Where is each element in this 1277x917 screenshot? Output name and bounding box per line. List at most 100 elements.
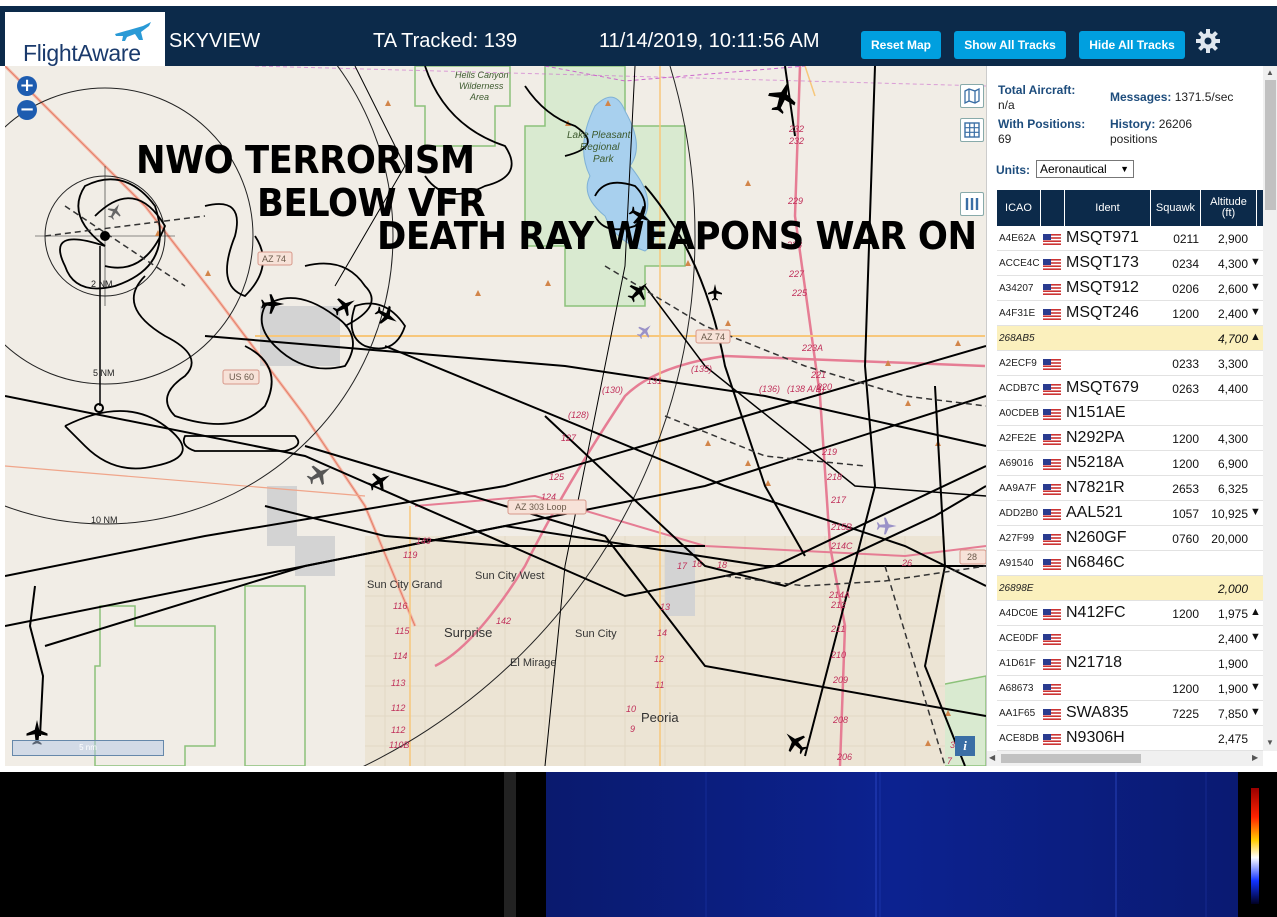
row-icao: 268AB5 [999,333,1035,344]
units-select[interactable]: Aeronautical ▼ [1036,160,1134,178]
row-icao: A4E62A [999,233,1036,244]
map-layers-button[interactable] [960,84,984,108]
svg-text:221: 221 [810,370,826,380]
table-row[interactable]: A2FE2E N292PA 1200 4,300 [997,426,1263,451]
dropdown-arrow-icon: ▼ [1120,164,1129,174]
columns-toggle-button[interactable] [960,192,984,216]
app-title: SKYVIEW [169,30,261,52]
table-row[interactable]: ACCE4C MSQT173 0234 4,300 ▼ [997,251,1263,276]
table-row[interactable]: A68673 1200 1,900 ▼ [997,676,1263,701]
scroll-left-icon[interactable]: ◀ [989,753,995,762]
svg-text:110B: 110B [389,740,409,750]
map-view[interactable]: Hells Canyon Wilderness Area Lake Pleasa… [5,66,986,766]
scroll-right-icon[interactable]: ▶ [1252,753,1258,762]
svg-text:US 60: US 60 [229,372,254,382]
svg-text:16: 16 [692,559,702,569]
table-row[interactable]: A1D61F N21718 1,900 [997,651,1263,676]
svg-text:211: 211 [830,624,845,634]
panel-vertical-scrollbar[interactable]: ▲ ▼ [1263,66,1277,751]
header-bar: FlightAware SKYVIEW TA Tracked: 139 11/1… [0,0,1277,72]
show-all-tracks-button[interactable]: Show All Tracks [954,31,1066,59]
table-row[interactable]: A0CDEB N151AE [997,401,1263,426]
table-row[interactable]: A34207 MSQT912 0206 2,600 ▼ [997,276,1263,301]
altitude-trend-icon: ▼ [1250,681,1261,693]
bottom-black-panel [0,772,504,917]
us-flag-icon [1043,634,1061,645]
info-button[interactable]: i [955,736,975,756]
svg-text:232: 232 [788,136,804,146]
table-row[interactable]: A91540 N6846C [997,551,1263,576]
table-row[interactable]: ACDB7C MSQT679 0263 4,400 [997,376,1263,401]
ring-5nm-label: 5 NM [93,368,115,378]
col-squawk[interactable]: Squawk [1151,190,1201,226]
row-altitude: 4,300 [1217,257,1248,271]
grid-toggle-button[interactable] [960,118,984,142]
svg-text:215B: 215B [830,522,852,532]
el-mirage-label: El Mirage [510,657,556,669]
svg-text:125: 125 [549,472,565,482]
row-icao: A2ECF9 [999,358,1037,369]
positions-value: 69 [998,132,1012,146]
us-flag-icon [1043,359,1061,370]
table-row[interactable]: ACE8DB N9306H 2,475 [997,726,1263,751]
settings-gear-icon[interactable] [1195,28,1221,54]
col-flag[interactable] [1041,190,1065,226]
svg-text:12: 12 [654,654,664,664]
row-icao: AA9A7F [999,483,1037,494]
zoom-out-button[interactable]: − [17,100,37,120]
ring-2nm-label: 2 NM [91,279,113,289]
zoom-in-button[interactable]: + [17,76,37,96]
table-row[interactable]: AA1F65 SWA835 7225 7,850 ▼ [997,701,1263,726]
us-flag-icon [1043,309,1061,320]
col-altitude[interactable]: Altitude (ft) [1201,190,1257,226]
table-row[interactable]: A69016 N5218A 1200 6,900 [997,451,1263,476]
svg-text:14: 14 [657,628,667,638]
logo-text: FlightAware [23,40,141,66]
us-flag-icon [1043,509,1061,520]
row-ident: N7821R [1066,479,1125,496]
flightaware-logo[interactable]: FlightAware [5,12,165,72]
row-altitude: 4,400 [1217,382,1248,396]
overlay-text-line1: NWO TERRORISM [136,138,475,182]
row-squawk: 0234 [1172,257,1199,271]
row-icao: ACE0DF [999,633,1039,644]
ring-10nm-label: 10 NM [91,515,118,525]
svg-text:223A: 223A [801,343,823,353]
reset-map-button[interactable]: Reset Map [861,31,941,59]
row-squawk: 1200 [1172,307,1199,321]
scroll-down-icon[interactable]: ▼ [1266,738,1274,747]
table-row[interactable]: A2ECF9 0233 3,300 [997,351,1263,376]
svg-text:(130): (130) [602,385,623,395]
hscroll-thumb[interactable] [1001,754,1141,763]
table-row[interactable]: 268AB5 4,700 ▲ [997,326,1263,351]
table-row[interactable]: A4F31E MSQT246 1200 2,400 ▼ [997,301,1263,326]
row-icao: A4F31E [999,308,1036,319]
table-row[interactable]: A4DC0E N412FC 1200 1,975 ▲ [997,601,1263,626]
row-ident: AAL521 [1066,504,1123,521]
scroll-up-icon[interactable]: ▲ [1266,68,1274,77]
svg-text:26: 26 [901,558,912,568]
scroll-thumb[interactable] [1265,80,1276,210]
panel-horizontal-scrollbar[interactable]: ◀ ▶ [987,751,1263,766]
sun-city-grand-label: Sun City Grand [367,579,442,591]
table-row[interactable]: A4E62A MSQT971 0211 2,900 [997,226,1263,251]
table-row[interactable]: A27F99 N260GF 0760 20,000 [997,526,1263,551]
svg-text:AZ 74: AZ 74 [701,332,725,342]
waterfall-image [546,772,1259,917]
table-row[interactable]: AA9A7F N7821R 2653 6,325 [997,476,1263,501]
svg-text:131: 131 [647,376,662,386]
table-row[interactable]: ACE0DF 2,400 ▼ [997,626,1263,651]
hide-all-tracks-button[interactable]: Hide All Tracks [1079,31,1185,59]
row-icao: A0CDEB [999,408,1040,419]
table-row[interactable]: ADD2B0 AAL521 1057 10,925 ▼ [997,501,1263,526]
table-row[interactable]: 26898E 2,000 [997,576,1263,601]
svg-text:113: 113 [391,678,405,688]
col-icao[interactable]: ICAO [997,190,1041,226]
datetime-display: 11/14/2019, 10:11:56 AM [599,30,820,52]
altitude-trend-icon: ▼ [1250,706,1261,718]
wilderness-label-3: Area [469,92,489,102]
us-flag-icon [1043,484,1061,495]
row-ident: MSQT679 [1066,379,1139,396]
row-altitude: 1,975 [1217,607,1248,621]
col-ident[interactable]: Ident [1065,190,1151,226]
